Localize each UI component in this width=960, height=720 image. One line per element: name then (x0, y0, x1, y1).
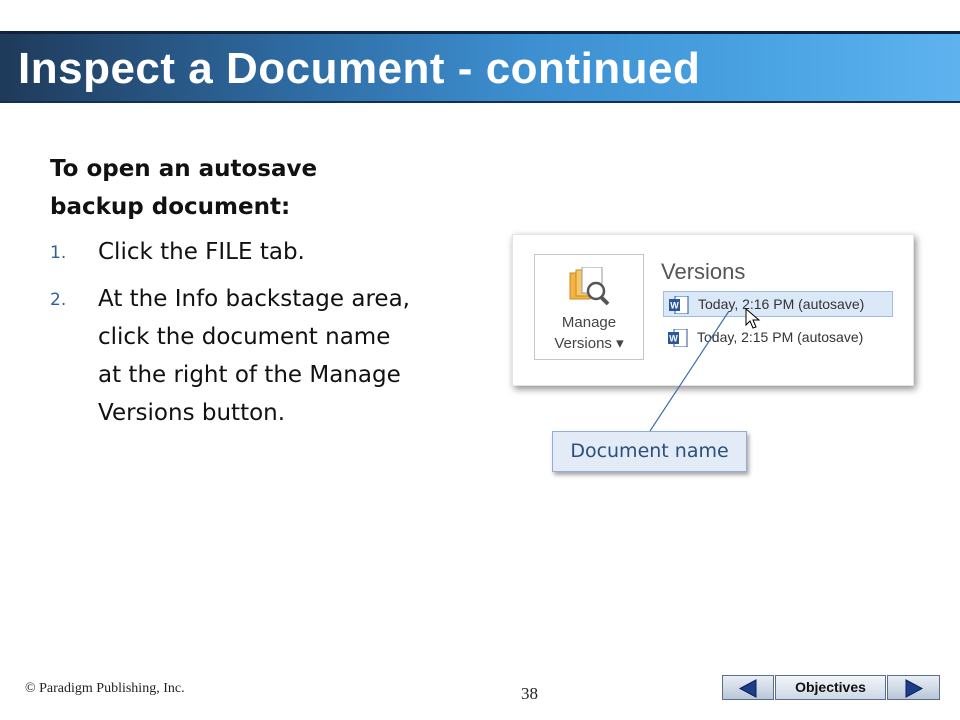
copyright: © Paradigm Publishing, Inc. (25, 681, 185, 696)
list-number: 1. (50, 243, 67, 263)
step-text: Click the FILE tab. (98, 239, 305, 265)
versions-screenshot: Manage Versions ▾ Versions W Today, 2:16… (512, 234, 914, 386)
step-text: At the Info backstage area, click the do… (98, 286, 410, 426)
steps-list: 1. Click the FILE tab. 2. At the Info ba… (50, 233, 420, 441)
manage-versions-button[interactable]: Manage Versions ▾ (534, 254, 644, 360)
previous-button[interactable] (722, 675, 774, 700)
instructions-heading: To open an autosave backup document: (50, 156, 318, 220)
version-text: Today, 2:16 PM (autosave) (698, 296, 865, 312)
svg-text:W: W (670, 301, 679, 311)
list-item: 2. At the Info backstage area, click the… (50, 280, 420, 432)
word-doc-icon: W (669, 296, 689, 314)
versions-heading: Versions (661, 259, 746, 284)
list-item: 1. Click the FILE tab. (50, 233, 420, 271)
page-number: 38 (521, 684, 538, 703)
version-text: Today, 2:15 PM (autosave) (697, 329, 864, 345)
manage-versions-label: Manage (561, 314, 617, 331)
version-row[interactable]: W Today, 2:15 PM (autosave) (663, 325, 893, 351)
mouse-cursor-icon (745, 308, 761, 329)
next-triangle-icon (905, 679, 924, 698)
svg-text:W: W (669, 334, 678, 344)
manage-versions-icon (569, 267, 610, 306)
prev-triangle-icon (738, 679, 757, 698)
slide-navigation: Objectives (722, 675, 940, 700)
title-bar: Inspect a Document - continued (0, 31, 960, 103)
document-name-callout: Document name (552, 431, 747, 472)
word-doc-icon: W (668, 329, 688, 347)
next-button[interactable] (887, 675, 940, 700)
slide-title: Inspect a Document - continued (18, 44, 701, 93)
list-number: 2. (50, 290, 67, 310)
manage-versions-label: Versions ▾ (554, 335, 624, 352)
objectives-button[interactable]: Objectives (775, 675, 886, 700)
version-row-selected[interactable]: W Today, 2:16 PM (autosave) (663, 291, 893, 317)
